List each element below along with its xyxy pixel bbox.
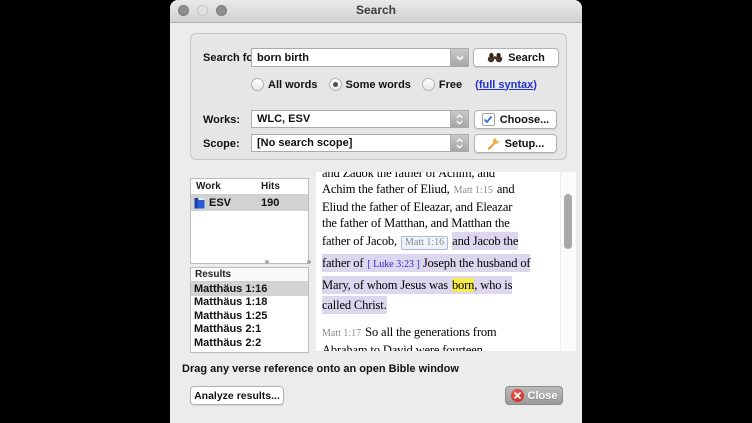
screen: { "window": { "title": "Search" }, "sear… (0, 0, 752, 423)
verse-line: father of Jacob,Matt 1:16and Jacob the (322, 231, 561, 253)
results-header: Results (191, 268, 308, 282)
scope-label: Scope: (203, 138, 240, 150)
search-button[interactable]: Search (473, 48, 559, 67)
chevron-up-icon (456, 114, 463, 119)
scrollbar-thumb[interactable] (564, 194, 572, 249)
verse-line: Matt 1:17So all the generations from (322, 324, 561, 342)
list-item[interactable]: Matthäus 2:2 (191, 336, 308, 350)
current-verse-ref[interactable]: Matt 1:16 (401, 236, 448, 250)
search-input[interactable]: born birth (251, 48, 469, 67)
setup-button-label: Setup... (505, 138, 545, 150)
close-window-icon[interactable] (178, 5, 189, 16)
binoculars-icon (487, 52, 503, 63)
radio-free[interactable]: Free (422, 78, 462, 91)
radio-some-words[interactable]: Some words (329, 78, 411, 91)
close-x-icon (511, 389, 524, 402)
verse-line: Abraham to David were fourteen (322, 342, 561, 351)
hits-table-header: Work Hits (191, 179, 308, 195)
splitter-handle-icon[interactable] (265, 260, 269, 264)
verse-text-pane[interactable]: and Zadok the father of Achim, and Achim… (316, 172, 576, 351)
close-button[interactable]: Close (505, 386, 563, 405)
chevron-up-icon (456, 138, 463, 143)
verse-line: Mary, of whom Jesus wasborn, who is (322, 275, 561, 295)
splitter-handle-icon[interactable] (307, 260, 311, 264)
works-combo-value: WLC, ESV (257, 113, 310, 125)
window-title: Search (170, 0, 582, 21)
verse-line: Eliud the father of Eleazar, and Eleazar (322, 199, 561, 215)
scope-combo-value: [No search scope] (257, 137, 352, 149)
verse-line: the father of Matthan, and Matthan the (322, 215, 561, 231)
wrench-icon (487, 137, 500, 150)
chevron-down-icon (456, 55, 464, 61)
paragraph-gap (322, 315, 561, 324)
list-item[interactable]: Matthäus 1:18 (191, 296, 308, 310)
list-item[interactable]: Matthäus 2:1 (191, 323, 308, 337)
minimize-window-icon[interactable] (197, 5, 208, 16)
checkmark-icon (483, 115, 493, 124)
verse-line: Achim the father of Eliud,Matt 1:15and (322, 181, 561, 199)
radio-icon (422, 78, 435, 91)
list-item[interactable]: Matthäus 1:16 (191, 282, 308, 296)
vertical-scrollbar[interactable] (560, 172, 576, 351)
scope-combo[interactable]: [No search scope] (251, 134, 469, 152)
hit-word: born (452, 278, 474, 292)
search-input-value: born birth (257, 52, 309, 64)
search-dialog-window: Search Search for: born birth Search All… (170, 0, 582, 423)
chevron-down-icon (456, 144, 463, 149)
choose-button-label: Choose... (500, 114, 550, 126)
full-syntax: (full syntax) (475, 79, 537, 91)
close-button-label: Close (528, 390, 558, 402)
book-icon (194, 197, 205, 209)
verse-ref[interactable]: Matt 1:15 (454, 185, 493, 196)
word-mode-radios: All words Some words Free (full syntax) (251, 77, 537, 92)
title-bar[interactable]: Search (170, 0, 582, 23)
radio-selected-icon (329, 78, 342, 91)
scope-stepper[interactable] (450, 135, 468, 151)
table-row[interactable]: ESV 190 (191, 195, 308, 211)
works-stepper[interactable] (450, 111, 468, 127)
zoom-window-icon[interactable] (216, 5, 227, 16)
chevron-down-icon (456, 120, 463, 125)
works-combo[interactable]: WLC, ESV (251, 110, 469, 128)
verse-line: and Zadok the father of Achim, and (322, 172, 561, 181)
work-hits: 190 (261, 197, 279, 209)
col-work-header: Work (196, 181, 221, 192)
works-label: Works: (203, 114, 240, 126)
traffic-lights (178, 5, 227, 16)
search-history-dropdown[interactable] (450, 49, 468, 66)
verse-text: and Zadok the father of Achim, and Achim… (316, 172, 561, 351)
cross-reference-link[interactable]: [ Luke 3:23 ] (367, 259, 420, 270)
choose-checkbox[interactable] (482, 113, 495, 126)
verse-line: called Christ. (322, 295, 561, 315)
list-item[interactable]: Matthäus 1:25 (191, 309, 308, 323)
analyze-results-label: Analyze results... (194, 390, 280, 402)
full-syntax-link[interactable]: full syntax (479, 79, 533, 91)
radio-all-words[interactable]: All words (251, 78, 318, 91)
results-list: Results Matthäus 1:16 Matthäus 1:18 Matt… (190, 267, 309, 353)
search-options-panel: Search for: born birth Search All words … (190, 33, 567, 160)
verse-ref[interactable]: Matt 1:17 (322, 328, 361, 339)
drag-hint-text: Drag any verse reference onto an open Bi… (182, 363, 459, 375)
hits-table: Work Hits ESV 190 (190, 178, 309, 264)
col-hits-header: Hits (261, 181, 280, 192)
work-name: ESV (209, 197, 231, 209)
radio-icon (251, 78, 264, 91)
scope-setup-button[interactable]: Setup... (474, 134, 557, 153)
choose-works-button[interactable]: Choose... (474, 110, 557, 129)
search-button-label: Search (508, 52, 545, 64)
analyze-results-button[interactable]: Analyze results... (190, 386, 284, 405)
verse-line: father of[ Luke 3:23 ]Joseph the husband… (322, 253, 561, 275)
